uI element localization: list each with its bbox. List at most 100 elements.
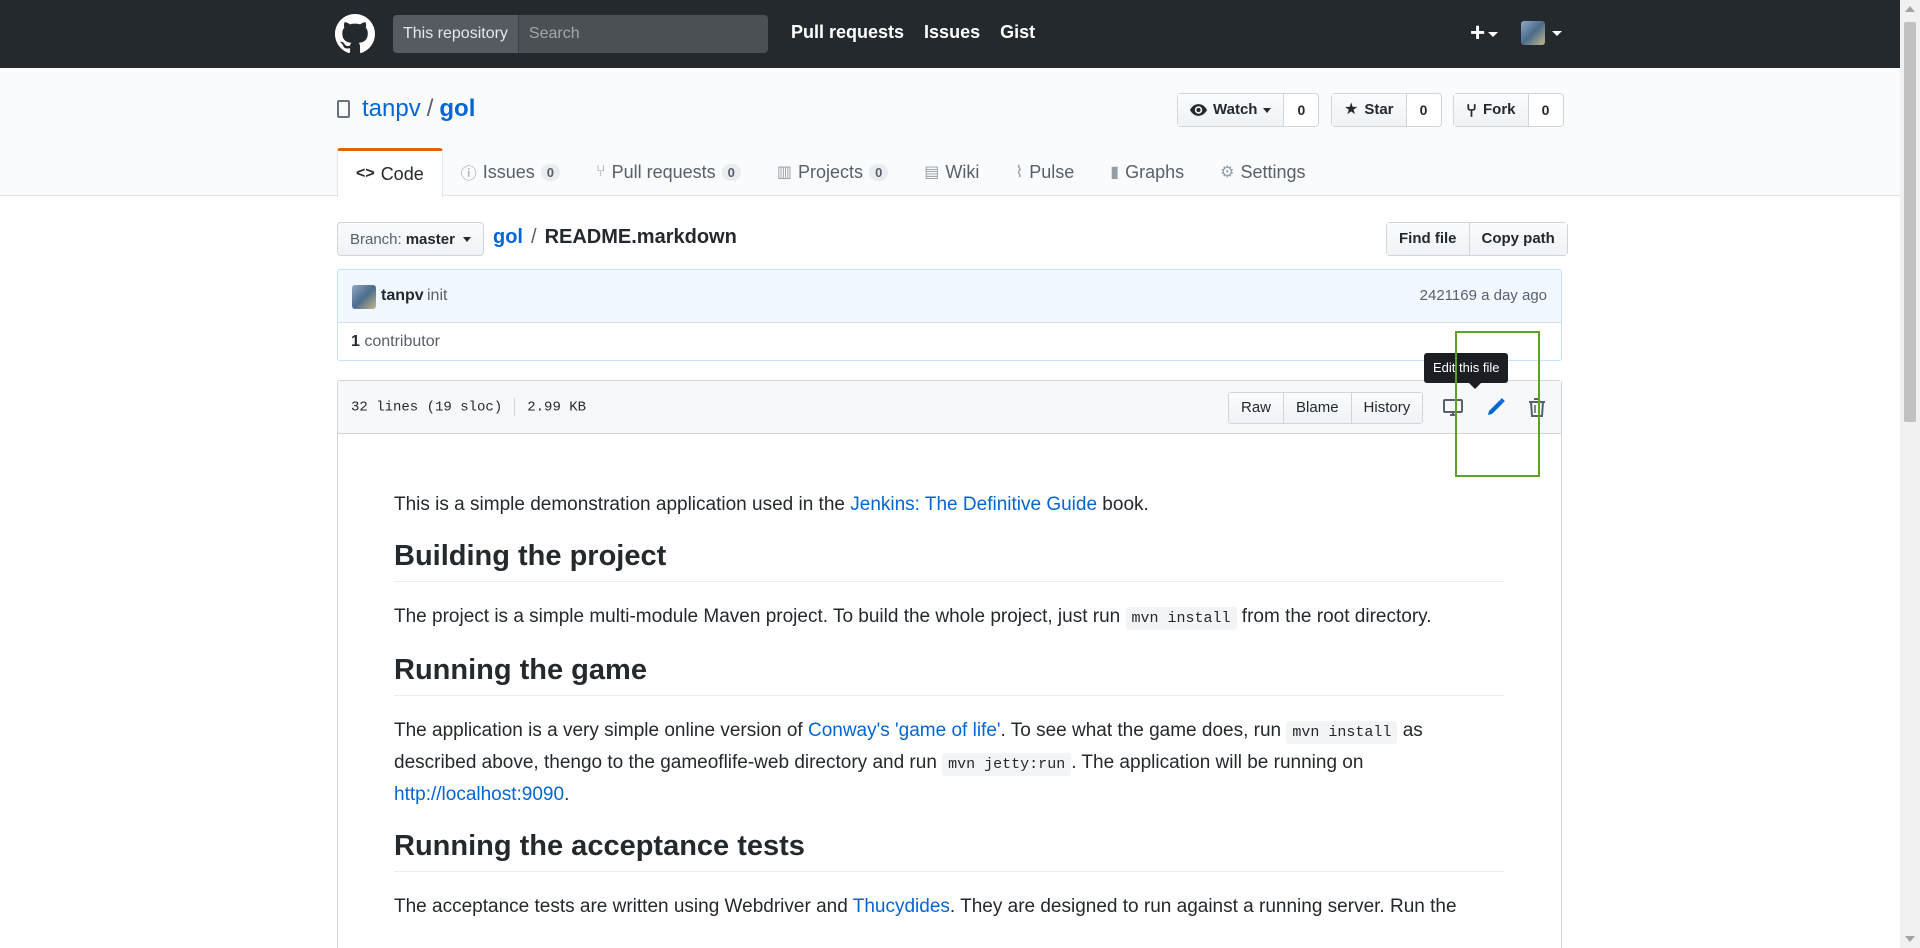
text: book. [1097, 494, 1149, 515]
text: This is a simple demonstration applicati… [394, 494, 851, 515]
contributor-count: 1 [351, 333, 360, 350]
chevron-down-icon [1263, 107, 1272, 113]
eye-icon [1190, 104, 1207, 116]
tab-label: Pulse [1029, 161, 1075, 182]
watch-group: Watch 0 [1177, 93, 1320, 127]
text: . They are designed to run against a run… [949, 896, 1457, 917]
file-nav-buttons: Find file Copy path [1386, 222, 1568, 256]
commit-sha[interactable]: 2421169 [1420, 287, 1477, 304]
blame-button[interactable]: Blame [1283, 393, 1351, 423]
tab-label: Settings [1240, 161, 1306, 182]
repo-name-link[interactable]: gol [439, 95, 475, 123]
pull-request-icon: ⑂ [596, 163, 606, 180]
chevron-down-icon [1488, 31, 1499, 37]
scroll-up-icon[interactable] [1905, 6, 1915, 12]
path-separator: / [531, 226, 537, 248]
project-icon: ▥ [776, 164, 793, 181]
copy-path-button[interactable]: Copy path [1468, 223, 1567, 255]
scroll-down-icon[interactable] [1905, 936, 1915, 942]
tab-settings[interactable]: ⚙ Settings [1202, 148, 1323, 196]
tab-pull-requests[interactable]: ⑂ Pull requests 0 [578, 148, 759, 196]
commit-message[interactable]: init [427, 287, 447, 305]
branch-select[interactable]: Branch: master [337, 222, 484, 256]
tab-count: 0 [721, 163, 741, 181]
star-label: Star [1364, 101, 1394, 118]
file-actions: Raw Blame History [1228, 392, 1424, 424]
tab-projects[interactable]: ▥ Projects 0 [759, 148, 906, 196]
text: . [564, 784, 570, 805]
tab-pulse[interactable]: ⌇ Pulse [997, 148, 1092, 196]
page-scrollbar[interactable] [1900, 0, 1920, 948]
commit-author[interactable]: tanpv [381, 287, 424, 305]
file-info: 32 lines (19 sloc) 2.99 KB [351, 398, 586, 416]
top-nav: Pull requests Issues Gist [791, 22, 1035, 43]
fork-icon [1467, 103, 1476, 117]
scrollbar-thumb[interactable] [1904, 22, 1916, 422]
tab-count: 0 [869, 163, 889, 181]
fork-label: Fork [1483, 101, 1516, 118]
search-input[interactable] [518, 15, 768, 53]
star-button[interactable]: ★ Star [1332, 94, 1407, 126]
tab-issues[interactable]: ⓘ Issues 0 [443, 148, 578, 196]
fork-group: Fork 0 [1453, 93, 1564, 127]
breadcrumb-file-name: README.markdown [544, 226, 737, 248]
breadcrumb-root-link[interactable]: gol [493, 226, 523, 249]
readme-paragraph: The application is a very simple online … [394, 716, 1504, 810]
localhost-link[interactable]: http://localhost:9090 [394, 784, 564, 805]
book-icon: ▤ [924, 164, 940, 181]
text: . The application will be running on [1071, 752, 1364, 773]
commit-time: a day ago [1481, 287, 1547, 304]
tab-label: Issues [482, 161, 535, 182]
file-lines: 32 lines (19 sloc) [351, 399, 503, 416]
tab-label: Projects [798, 161, 864, 182]
heading-building: Building the project [394, 540, 1504, 582]
tab-graphs[interactable]: ▮ Graphs [1092, 148, 1202, 196]
tab-label: Pull requests [611, 161, 716, 182]
graph-icon: ▮ [1110, 164, 1120, 181]
inline-code: mvn install [1286, 721, 1398, 744]
jenkins-guide-link[interactable]: Jenkins: The Definitive Guide [850, 494, 1097, 515]
game-of-life-link[interactable]: Conway's 'game of life' [808, 720, 1001, 741]
watch-button[interactable]: Watch [1178, 94, 1285, 126]
history-button[interactable]: History [1350, 393, 1423, 423]
fork-button[interactable]: Fork [1454, 94, 1529, 126]
user-avatar[interactable] [1521, 21, 1545, 45]
watch-count[interactable]: 0 [1284, 94, 1318, 126]
star-count[interactable]: 0 [1407, 94, 1441, 126]
repo-owner-link[interactable]: tanpv [362, 95, 421, 123]
text: . To see what the game does, run [1000, 720, 1287, 741]
raw-button[interactable]: Raw [1229, 393, 1284, 423]
readme-paragraph: This is a simple demonstration applicati… [394, 490, 1504, 520]
tab-wiki[interactable]: ▤ Wiki [906, 148, 997, 196]
top-header: This repository Pull requests Issues Gis… [0, 0, 1900, 68]
inline-code: mvn install [1125, 607, 1237, 630]
thucydides-link[interactable]: Thucydides [853, 896, 950, 917]
nav-pull-requests[interactable]: Pull requests [791, 22, 904, 43]
file-header: 32 lines (19 sloc) 2.99 KB Raw Blame Hist… [338, 381, 1561, 434]
avatar[interactable] [352, 285, 376, 309]
tab-code[interactable]: <> Code [337, 148, 443, 197]
readme-paragraph: The acceptance tests are written using W… [394, 892, 1504, 922]
nav-issues[interactable]: Issues [924, 22, 980, 43]
readme-content: This is a simple demonstration applicati… [394, 490, 1504, 942]
repo-header: tanpv / gol Watch 0 ★ Star 0 Fork 0 <> C… [0, 68, 1900, 197]
contributors[interactable]: 1 contributor [337, 322, 1562, 361]
inline-code: mvn jetty:run [942, 753, 1072, 776]
contributor-label: contributor [364, 333, 440, 350]
file-size: 2.99 KB [527, 399, 587, 416]
breadcrumb: gol / README.markdown [493, 226, 737, 249]
text: The project is a simple multi-module Mav… [394, 606, 1126, 627]
commit-meta: 2421169 a day ago [1420, 287, 1547, 304]
path-separator: / [426, 95, 434, 122]
fork-count[interactable]: 0 [1529, 94, 1563, 126]
create-new-dropdown[interactable]: + [1470, 17, 1499, 48]
gear-icon: ⚙ [1220, 164, 1235, 181]
chevron-down-icon[interactable] [1552, 31, 1562, 36]
search-scope[interactable]: This repository [393, 15, 519, 53]
readme-paragraph: The project is a simple multi-module Mav… [394, 602, 1504, 634]
star-group: ★ Star 0 [1331, 93, 1442, 127]
find-file-button[interactable]: Find file [1387, 223, 1469, 255]
repo-title: tanpv / gol [337, 95, 475, 123]
nav-gist[interactable]: Gist [1000, 22, 1035, 43]
github-logo-icon[interactable] [335, 14, 375, 54]
